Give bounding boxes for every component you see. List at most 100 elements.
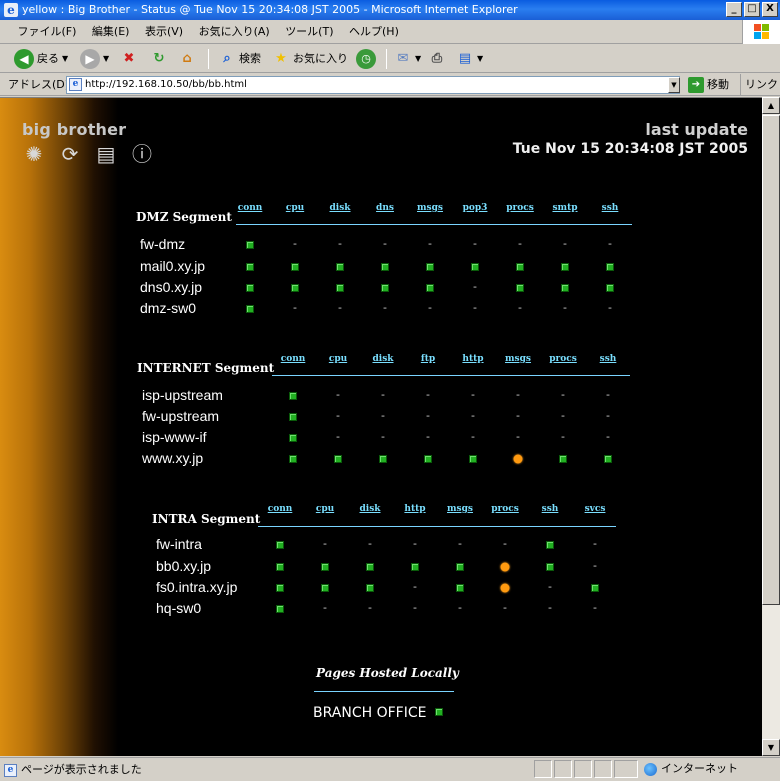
status-green-icon[interactable] [381,284,389,292]
menu-file[interactable]: ファイル(F) [12,20,83,44]
scroll-thumb[interactable] [762,115,780,605]
search-button[interactable]: ⌕ 検索 [218,48,261,70]
status-green-icon[interactable] [516,263,524,271]
home-button[interactable]: ⌂ [178,48,196,70]
column-header-pop3[interactable]: pop3 [463,203,488,213]
status-green-icon[interactable] [246,284,254,292]
status-green-icon[interactable] [456,563,464,571]
status-green-icon[interactable] [424,455,432,463]
close-button[interactable]: X [762,2,778,17]
vertical-scrollbar[interactable]: ▲ ▼ [762,97,780,756]
refresh-icon[interactable]: ⟳ [58,142,82,166]
menu-tools[interactable]: ツール(T) [279,20,339,44]
status-green-icon[interactable] [289,413,297,421]
branch-office-link[interactable]: BRANCH OFFICE [313,705,443,721]
status-green-icon[interactable] [426,263,434,271]
column-header-conn[interactable]: conn [268,504,293,514]
maximize-button[interactable]: □ [744,2,760,17]
status-green-icon[interactable] [321,563,329,571]
column-header-procs[interactable]: procs [549,354,577,364]
back-button[interactable]: ◀ 戻る ▼ [14,48,68,70]
links-button[interactable]: リンク [740,74,778,96]
column-header-disk[interactable]: disk [329,203,350,213]
status-green-icon[interactable] [289,392,297,400]
status-green-icon[interactable] [276,605,284,613]
column-header-cpu[interactable]: cpu [316,504,334,514]
status-green-icon[interactable] [546,563,554,571]
go-button[interactable]: ➔ 移動 [688,74,729,96]
status-green-icon[interactable] [561,263,569,271]
status-green-icon[interactable] [591,584,599,592]
history-button[interactable]: ◷ [356,48,376,70]
report-icon[interactable]: ▤ [94,142,118,166]
status-green-icon[interactable] [469,455,477,463]
column-header-disk[interactable]: disk [372,354,393,364]
column-header-cpu[interactable]: cpu [286,203,304,213]
column-header-conn[interactable]: conn [238,203,263,213]
status-green-icon[interactable] [289,434,297,442]
column-header-msgs[interactable]: msgs [505,354,531,364]
status-green-icon[interactable] [559,455,567,463]
status-green-icon[interactable] [336,263,344,271]
mail-button[interactable]: ✉ ▼ [394,48,422,70]
scroll-down-button[interactable]: ▼ [762,739,780,756]
status-green-icon[interactable] [291,263,299,271]
column-header-svcs[interactable]: svcs [585,504,606,514]
status-green-icon[interactable] [381,263,389,271]
status-green-icon[interactable] [334,455,342,463]
column-header-ssh[interactable]: ssh [600,354,617,364]
column-header-procs[interactable]: procs [506,203,534,213]
status-green-icon[interactable] [456,584,464,592]
status-green-icon[interactable] [426,284,434,292]
minimize-button[interactable]: _ [726,2,742,17]
status-green-icon[interactable] [366,584,374,592]
column-header-http[interactable]: http [404,504,425,514]
status-green-icon[interactable] [546,541,554,549]
column-header-disk[interactable]: disk [359,504,380,514]
menu-help[interactable]: ヘルプ(H) [343,20,405,44]
info-icon[interactable]: ⓘ [130,142,154,166]
status-green-icon[interactable] [604,455,612,463]
status-green-icon[interactable] [411,563,419,571]
status-green-icon[interactable] [336,284,344,292]
scroll-up-button[interactable]: ▲ [762,97,780,114]
column-header-ssh[interactable]: ssh [542,504,559,514]
column-header-smtp[interactable]: smtp [552,203,577,213]
status-green-icon[interactable] [291,284,299,292]
status-green-icon[interactable] [276,563,284,571]
column-header-cpu[interactable]: cpu [329,354,347,364]
bb-gear-icon[interactable]: ✺ [22,142,46,166]
status-green-icon[interactable] [246,305,254,313]
status-green-icon[interactable] [276,541,284,549]
column-header-msgs[interactable]: msgs [417,203,443,213]
status-green-icon[interactable] [366,563,374,571]
column-header-procs[interactable]: procs [491,504,519,514]
column-header-conn[interactable]: conn [281,354,306,364]
status-green-icon[interactable] [246,263,254,271]
status-green-icon[interactable] [321,584,329,592]
stop-button[interactable]: ✖ [120,48,138,70]
address-dropdown-button[interactable]: ▼ [668,77,680,93]
status-green-icon[interactable] [276,584,284,592]
status-yellow-icon[interactable] [500,562,510,572]
address-input[interactable]: e http://192.168.10.50/bb/bb.html [66,76,680,94]
status-green-icon[interactable] [246,241,254,249]
status-green-icon[interactable] [561,284,569,292]
status-green-icon[interactable] [516,284,524,292]
favorites-button[interactable]: ★ お気に入り [272,48,348,70]
print-button[interactable]: ⎙ [428,48,446,70]
status-green-icon[interactable] [289,455,297,463]
edit-button[interactable]: ▤ ▼ [456,48,483,70]
menu-view[interactable]: 表示(V) [139,20,189,44]
status-green-icon[interactable] [471,263,479,271]
column-header-msgs[interactable]: msgs [447,504,473,514]
status-green-icon[interactable] [606,263,614,271]
status-green-icon[interactable] [379,455,387,463]
status-green-icon[interactable] [606,284,614,292]
menu-favorites[interactable]: お気に入り(A) [193,20,276,44]
branch-status-dot[interactable] [434,708,443,716]
status-yellow-icon[interactable] [513,454,523,464]
refresh-button[interactable]: ↻ [150,48,168,70]
column-header-dns[interactable]: dns [376,203,394,213]
forward-button[interactable]: ▶ ▼ [80,48,109,70]
